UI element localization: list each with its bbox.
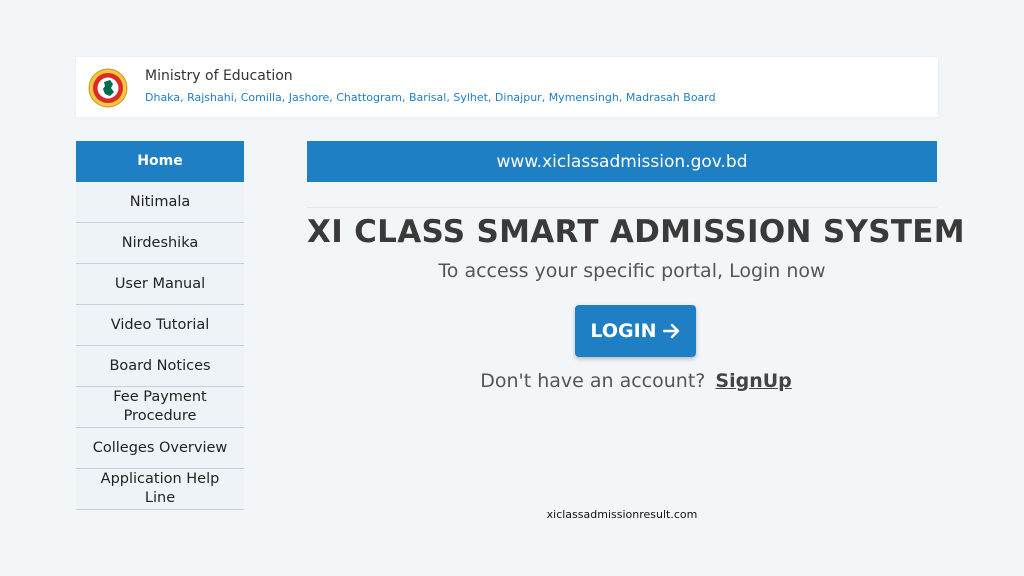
government-seal-icon <box>88 68 128 108</box>
main-content: www.xiclassadmission.gov.bd XI CLASS SMA… <box>307 141 965 392</box>
sidebar-nav: Home Nitimala Nirdeshika User Manual Vid… <box>76 141 244 510</box>
url-banner: www.xiclassadmission.gov.bd <box>307 141 937 182</box>
site-header: Ministry of Education Dhaka, Rajshahi, C… <box>76 57 938 117</box>
sidebar-item-home[interactable]: Home <box>76 141 244 182</box>
login-button-label: LOGIN <box>590 320 657 342</box>
ministry-title: Ministry of Education <box>145 68 293 84</box>
signup-row: Don't have an account? SignUp <box>307 370 965 392</box>
education-boards-list: Dhaka, Rajshahi, Comilla, Jashore, Chatt… <box>145 91 716 104</box>
sidebar-item-fee-payment[interactable]: Fee Payment Procedure <box>76 387 244 428</box>
sidebar-item-nitimala[interactable]: Nitimala <box>76 182 244 223</box>
sidebar-item-user-manual[interactable]: User Manual <box>76 264 244 305</box>
sidebar-item-help-line[interactable]: Application Help Line <box>76 469 244 510</box>
page-title: XI CLASS SMART ADMISSION SYSTEM <box>307 214 965 250</box>
sidebar-item-board-notices[interactable]: Board Notices <box>76 346 244 387</box>
signup-link[interactable]: SignUp <box>715 370 791 392</box>
login-button[interactable]: LOGIN <box>575 305 696 357</box>
sidebar-item-colleges-overview[interactable]: Colleges Overview <box>76 428 244 469</box>
sidebar-item-nirdeshika[interactable]: Nirdeshika <box>76 223 244 264</box>
arrow-right-icon <box>662 323 679 339</box>
watermark-text: xiclassadmissionresult.com <box>546 508 698 521</box>
divider <box>307 207 937 208</box>
sidebar-item-video-tutorial[interactable]: Video Tutorial <box>76 305 244 346</box>
page-subtitle: To access your specific portal, Login no… <box>438 260 826 282</box>
signup-prompt: Don't have an account? <box>480 370 706 392</box>
